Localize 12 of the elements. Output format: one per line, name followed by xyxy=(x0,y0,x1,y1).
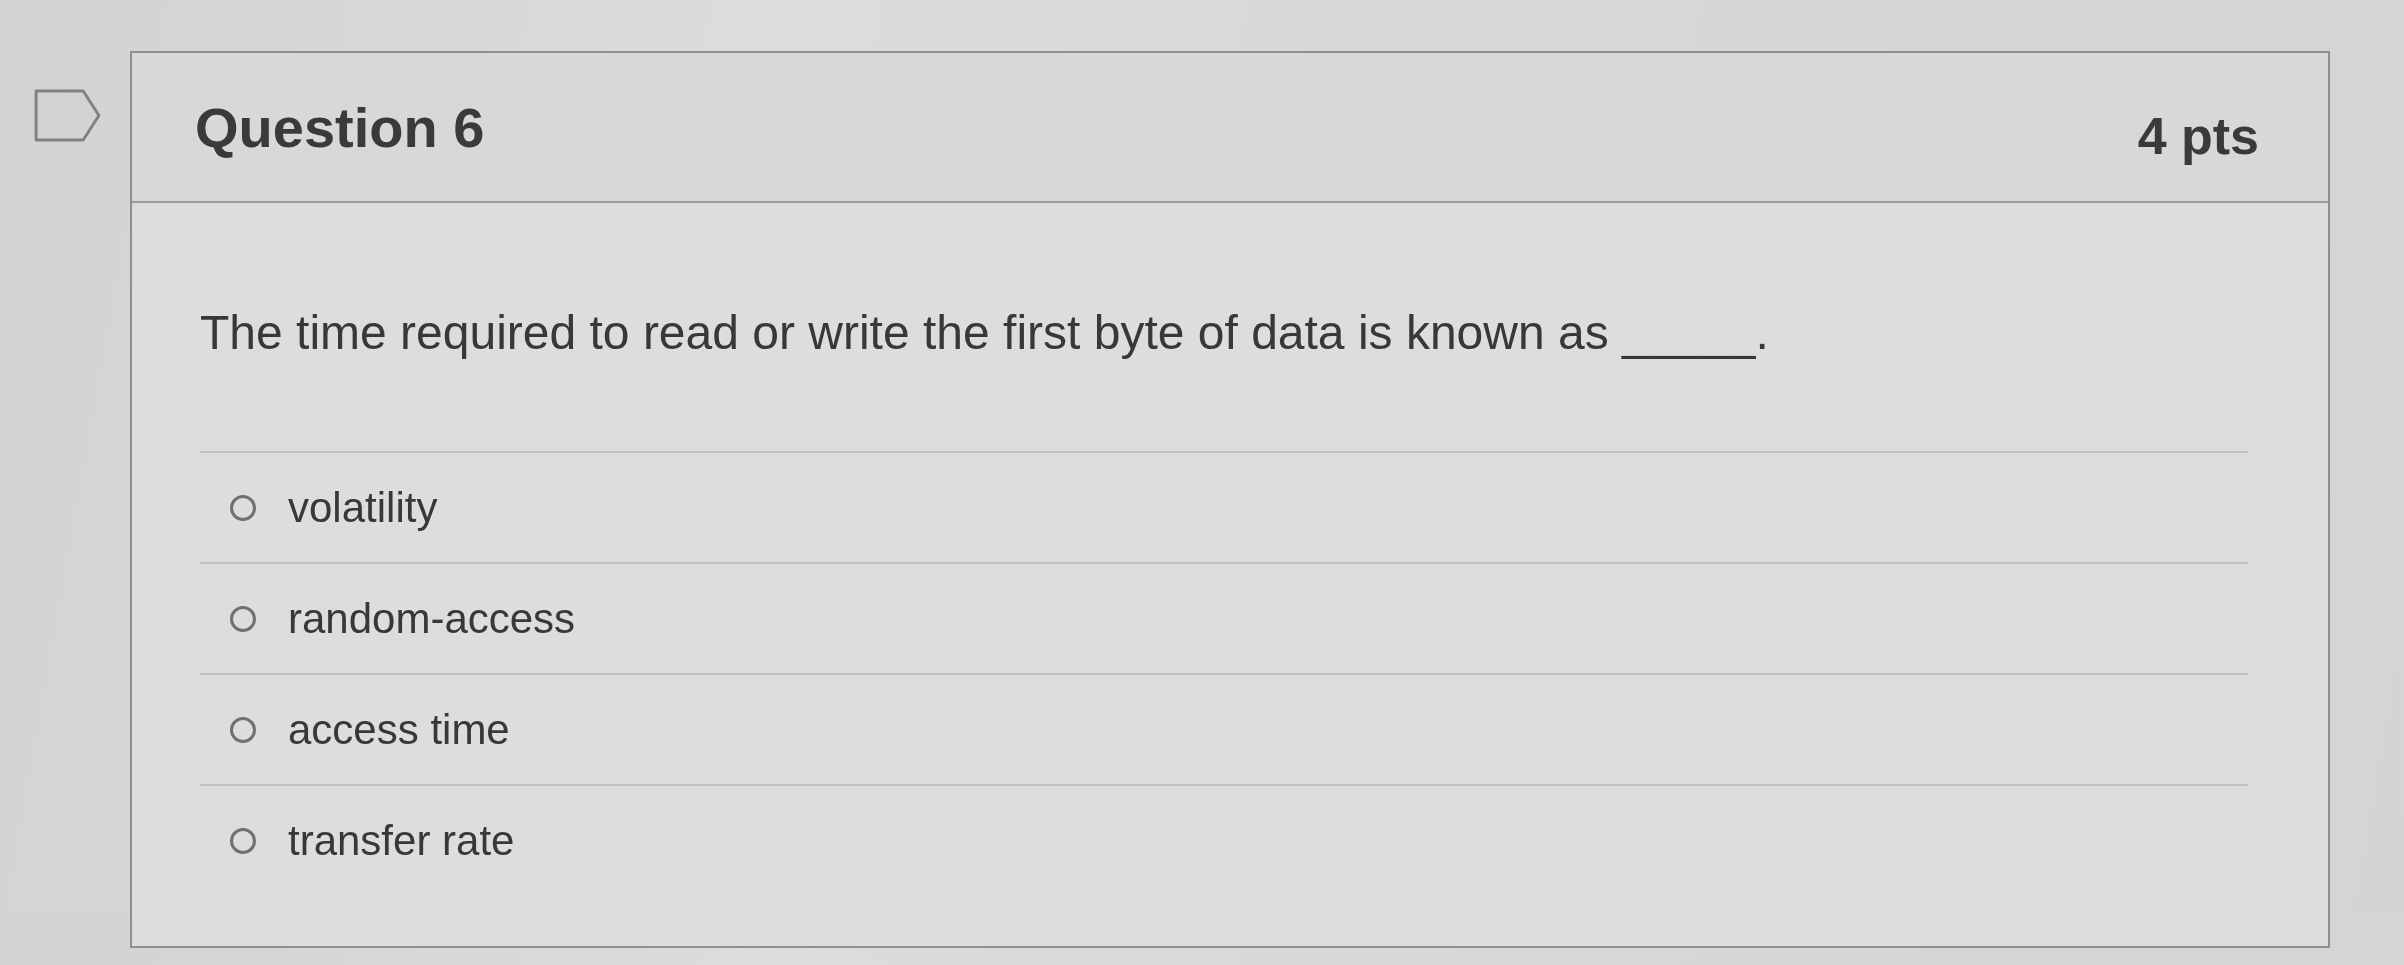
tag-icon[interactable] xyxy=(34,89,101,142)
radio-button[interactable] xyxy=(230,827,256,854)
radio-button[interactable] xyxy=(230,605,256,632)
radio-button[interactable] xyxy=(230,494,256,521)
question-text: The time required to read or write the first byte of data is known as _____. xyxy=(200,305,1770,361)
question-title: Question 6 xyxy=(195,94,485,160)
answer-label[interactable]: transfer rate xyxy=(288,816,515,865)
answer-label[interactable]: volatility xyxy=(288,483,438,532)
answer-label[interactable]: random-access xyxy=(288,594,576,643)
points-label: 4 pts xyxy=(2137,106,2259,166)
answer-label[interactable]: access time xyxy=(288,705,510,754)
radio-button[interactable] xyxy=(230,716,256,743)
